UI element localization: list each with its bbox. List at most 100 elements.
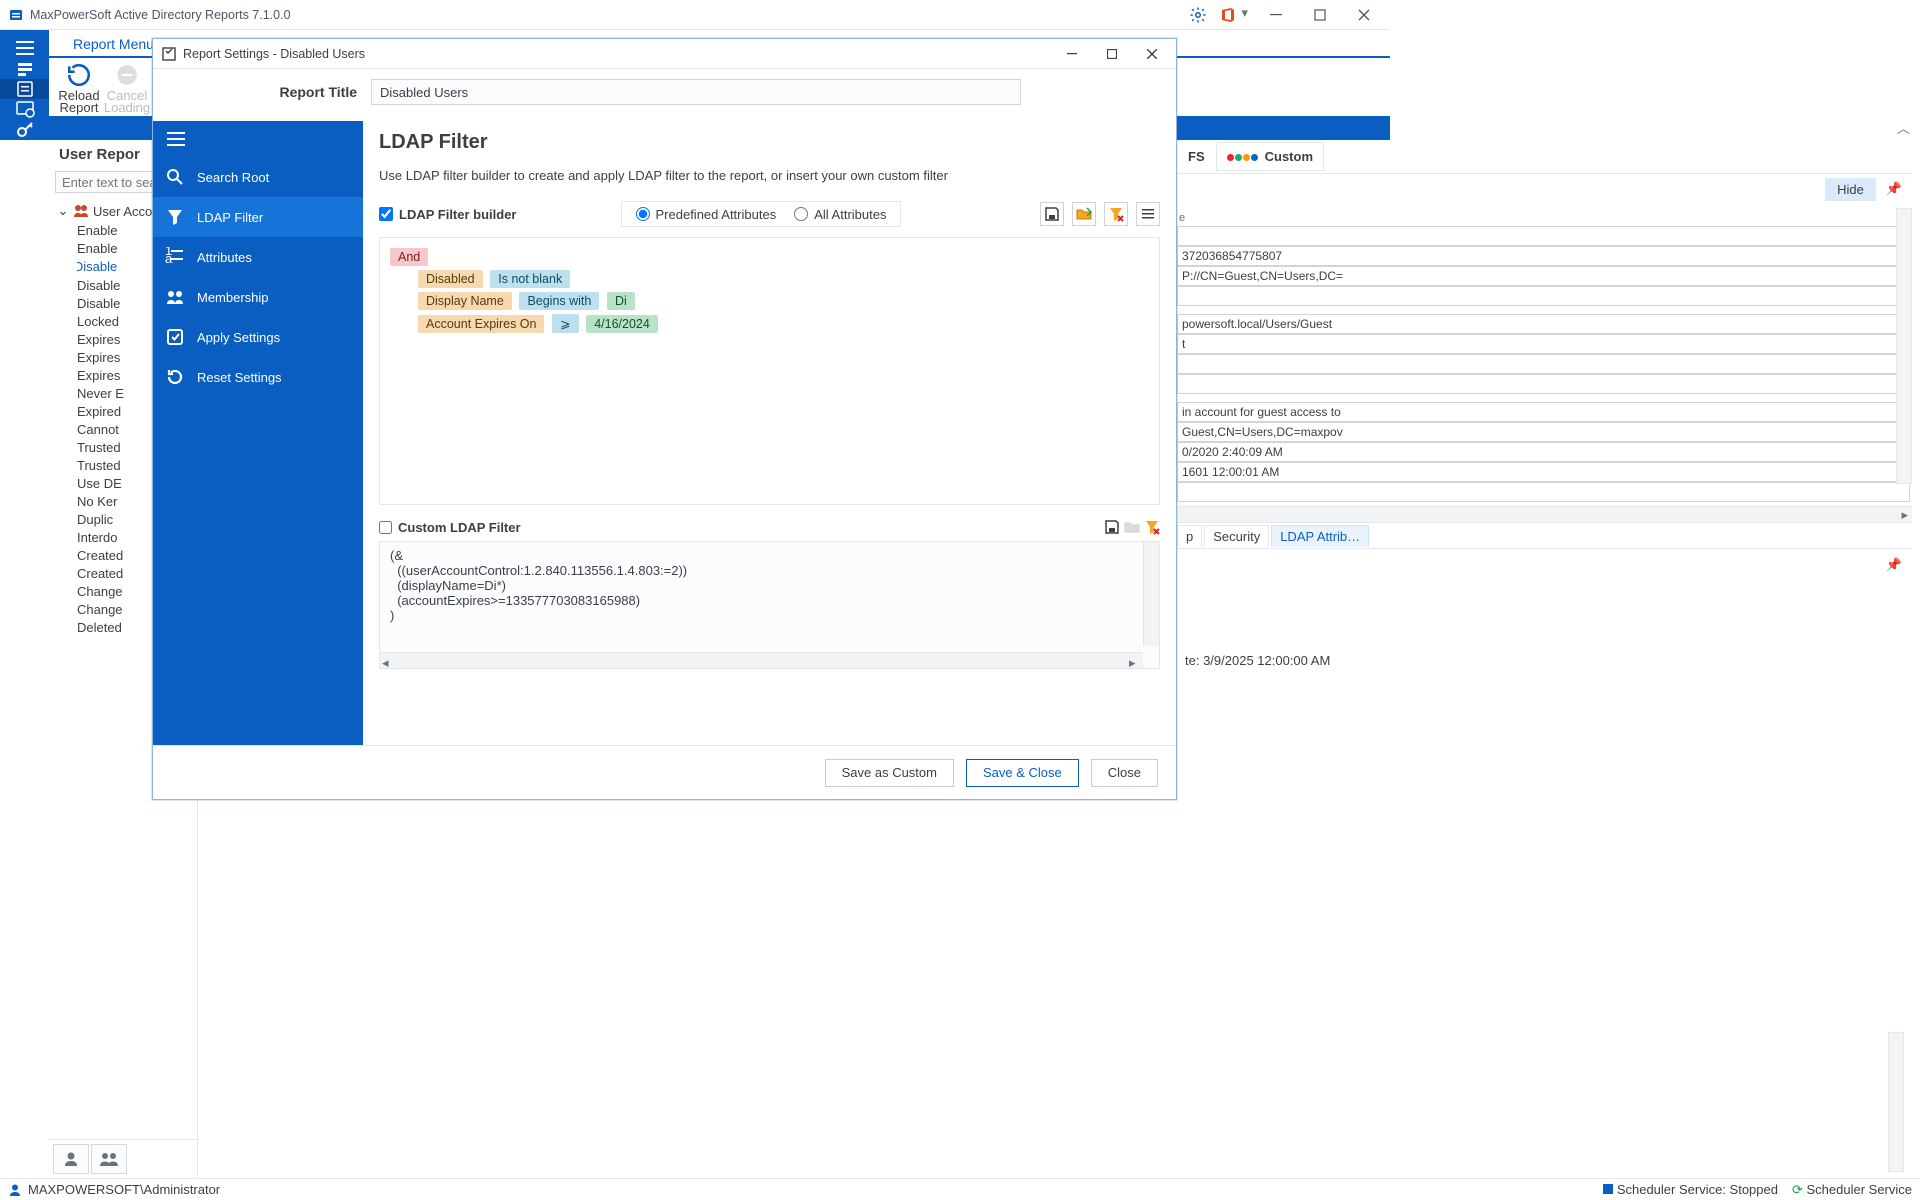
app-icon (8, 7, 24, 23)
ldap-filter-sub: Use LDAP filter builder to create and ap… (379, 168, 1160, 183)
list-icon: 1a (165, 247, 185, 267)
tab-custom[interactable]: Custom (1216, 142, 1324, 171)
detail-field[interactable] (1177, 482, 1910, 502)
status-svc1: Scheduler Service: Stopped (1617, 1182, 1778, 1197)
tab-fs[interactable]: FS (1177, 142, 1216, 171)
btab-1[interactable]: p (1177, 525, 1202, 547)
report-title-input[interactable] (371, 79, 1021, 105)
detail-field[interactable] (1177, 226, 1910, 246)
filter-row-1[interactable]: Disabled Is not blank (418, 270, 1149, 288)
right-panel: FS Custom Hide 📌 e ▸ p Security LDAP Att… (1175, 140, 1912, 1178)
token-op[interactable]: ⩾ (552, 314, 578, 333)
dialog-minimize-button[interactable] (1052, 41, 1092, 67)
filter-row-3[interactable]: Account Expires On ⩾ 4/16/2024 (418, 314, 1149, 333)
detail-field[interactable] (1177, 442, 1910, 462)
rail-hamburger-icon[interactable] (0, 38, 49, 58)
custom-enable-checkbox[interactable]: Custom LDAP Filter (379, 520, 521, 535)
single-user-icon[interactable] (53, 1144, 89, 1174)
ribbon-tab-report-menu[interactable]: Report Menu (63, 32, 164, 56)
settings-gear-icon[interactable] (1189, 6, 1207, 24)
multi-user-icon[interactable] (91, 1144, 127, 1174)
statusbar: MAXPOWERSOFT\Administrator Scheduler Ser… (0, 1178, 1920, 1200)
open-folder-icon[interactable] (1072, 202, 1096, 226)
vertical-scrollbar[interactable] (1143, 542, 1159, 646)
apply-icon (165, 327, 185, 347)
main-minimize-button[interactable] (1254, 1, 1298, 29)
vertical-scrollbar[interactable] (1896, 208, 1912, 484)
token-val[interactable]: 4/16/2024 (586, 315, 658, 333)
detail-field[interactable] (1177, 422, 1910, 442)
token-op[interactable]: Is not blank (490, 270, 570, 288)
main-close-button[interactable] (1342, 1, 1386, 29)
clear-filter-icon[interactable] (1104, 202, 1128, 226)
pin-icon[interactable]: 📌 (1886, 181, 1902, 197)
close-button[interactable]: Close (1091, 759, 1158, 787)
custom-filter-textarea[interactable]: (& ((userAccountControl:1.2.840.113556.1… (379, 541, 1160, 669)
save-icon[interactable] (1040, 202, 1064, 226)
detail-field[interactable] (1177, 354, 1910, 374)
search-icon (165, 167, 185, 187)
detail-field[interactable] (1177, 314, 1910, 334)
dialog-maximize-button[interactable] (1092, 41, 1132, 67)
custom-checkbox-input[interactable] (379, 521, 392, 534)
right-extra: 📌 te: 3/9/2025 12:00:00 AM (1175, 548, 1912, 676)
filter-builder[interactable]: And Disabled Is not blank Display Name B… (379, 237, 1160, 505)
nav-ldap-filter[interactable]: LDAP Filter (153, 197, 363, 237)
nav-apply-settings[interactable]: Apply Settings (153, 317, 363, 357)
builder-checkbox-input[interactable] (379, 207, 393, 221)
hide-button[interactable]: Hide (1825, 178, 1876, 201)
detail-field[interactable] (1177, 402, 1910, 422)
lines-icon[interactable] (1136, 202, 1160, 226)
refresh-icon[interactable]: ⟳ (1792, 1182, 1803, 1197)
token-attr[interactable]: Disabled (418, 270, 483, 288)
detail-field[interactable] (1177, 334, 1910, 354)
reload-report-button[interactable]: ReloadReport (55, 62, 103, 116)
save-and-close-button[interactable]: Save & Close (966, 759, 1079, 787)
main-titlebar: MaxPowerSoft Active Directory Reports 7.… (0, 0, 1390, 30)
funnel-icon (165, 207, 185, 227)
token-and[interactable]: And (390, 248, 428, 266)
radio-predefined[interactable]: Predefined Attributes (636, 207, 777, 222)
detail-field[interactable] (1177, 286, 1910, 306)
token-val[interactable]: Di (607, 292, 635, 310)
nav-search-root[interactable]: Search Root (153, 157, 363, 197)
detail-field[interactable] (1177, 462, 1910, 482)
dropdown-caret-icon[interactable]: ▾ (1241, 5, 1248, 21)
builder-enable-checkbox[interactable]: LDAP Filter builder (379, 207, 517, 222)
save-icon[interactable] (1104, 519, 1120, 535)
dialog-hamburger-icon[interactable] (153, 121, 363, 157)
token-attr[interactable]: Account Expires On (418, 315, 544, 333)
rail-item-1[interactable] (0, 58, 49, 78)
save-as-custom-button[interactable]: Save as Custom (825, 759, 954, 787)
pin-icon[interactable]: 📌 (1886, 557, 1902, 573)
vertical-scrollbar[interactable] (1888, 1032, 1904, 1172)
nav-reset-settings[interactable]: Reset Settings (153, 357, 363, 397)
radio-all[interactable]: All Attributes (794, 207, 886, 222)
btab-security[interactable]: Security (1204, 525, 1269, 547)
detail-field[interactable] (1177, 266, 1910, 286)
right-bottom-tabs: p Security LDAP Attrib… (1175, 522, 1912, 548)
office365-icon[interactable] (1219, 6, 1237, 24)
token-attr[interactable]: Display Name (418, 292, 512, 310)
user-icon (8, 1183, 22, 1197)
main-maximize-button[interactable] (1298, 1, 1342, 29)
dialog-close-button[interactable] (1132, 41, 1172, 67)
horizontal-scrollbar[interactable]: ◂▸ (380, 652, 1143, 668)
report-settings-dialog: Report Settings - Disabled Users Report … (152, 38, 1177, 800)
detail-field[interactable] (1177, 246, 1910, 266)
rail-item-2-active[interactable] (0, 79, 49, 99)
clear-filter-icon[interactable] (1144, 519, 1160, 535)
nav-membership[interactable]: Membership (153, 277, 363, 317)
reset-icon (165, 367, 185, 387)
rail-item-4-key-icon[interactable] (0, 120, 49, 140)
detail-field[interactable] (1177, 374, 1910, 394)
horizontal-scrollbar[interactable]: ▸ (1175, 506, 1912, 522)
nav-attributes[interactable]: 1a Attributes (153, 237, 363, 277)
dialog-sidebar: Search Root LDAP Filter 1a Attributes Me… (153, 121, 363, 745)
rail-item-3[interactable] (0, 99, 49, 119)
filter-row-2[interactable]: Display Name Begins with Di (418, 292, 1149, 310)
ribbon-collapse-chevron-icon[interactable]: ︿ (1897, 118, 1910, 137)
scheduler-stopped-icon (1603, 1184, 1613, 1194)
btab-ldap-attrib[interactable]: LDAP Attrib… (1271, 525, 1369, 547)
token-op[interactable]: Begins with (519, 292, 599, 310)
